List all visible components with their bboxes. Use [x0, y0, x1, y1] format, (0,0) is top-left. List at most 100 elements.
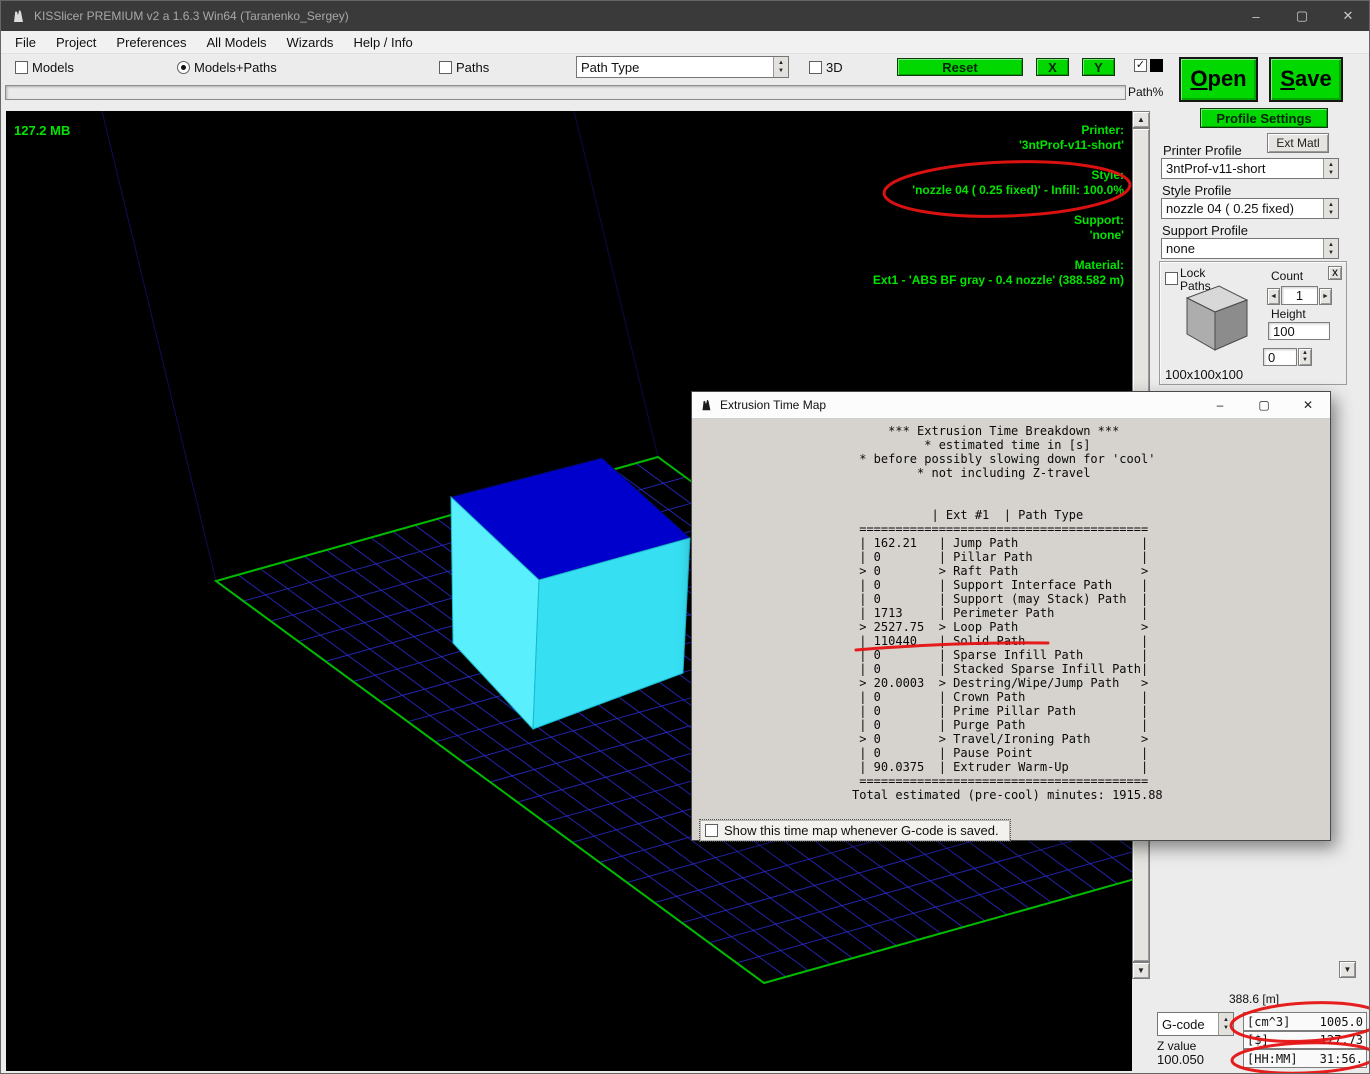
- z-offset-field[interactable]: 0: [1263, 348, 1297, 366]
- open-button[interactable]: Open: [1179, 57, 1258, 102]
- volume-readout: [cm^3] 1005.0: [1243, 1012, 1367, 1031]
- delete-model-button[interactable]: X: [1328, 266, 1342, 280]
- time-map-title: Extrusion Time Map: [720, 398, 826, 412]
- minimize-icon[interactable]: –: [1198, 392, 1242, 418]
- cost-unit: [$]: [1247, 1033, 1269, 1047]
- spin-up-icon: ▲: [1328, 242, 1334, 248]
- path-type-dropdown[interactable]: Path Type ▲ ▼: [576, 56, 789, 78]
- printer-profile-label: Printer Profile: [1163, 143, 1242, 158]
- support-value: 'none': [873, 228, 1124, 243]
- spin-up-icon: ▲: [1223, 1017, 1229, 1023]
- count-decrement-icon[interactable]: ◄: [1267, 288, 1280, 305]
- printer-profile-spinner[interactable]: ▲ ▼: [1323, 159, 1338, 178]
- models-label: Models: [32, 60, 74, 75]
- menu-preferences[interactable]: Preferences: [106, 33, 196, 52]
- reset-button[interactable]: Reset: [897, 58, 1023, 76]
- paths-checkbox[interactable]: [439, 61, 452, 74]
- spin-up-icon: ▲: [778, 60, 784, 66]
- slice-summary: Printer: '3ntProf-v11-short' Style: 'noz…: [873, 123, 1124, 288]
- support-label: Support:: [873, 213, 1124, 228]
- show-time-map-checkbox[interactable]: [705, 824, 718, 837]
- three-d-label: 3D: [826, 60, 843, 75]
- three-d-checkbox[interactable]: [809, 61, 822, 74]
- lock-label: Lock: [1180, 266, 1205, 280]
- spin-down-icon: ▼: [1223, 1025, 1229, 1031]
- panel-scroll-down-icon[interactable]: ▼: [1339, 961, 1356, 978]
- spin-down-icon: ▼: [1328, 250, 1334, 256]
- paths-label: Paths: [456, 60, 489, 75]
- model-cube-icon: [1171, 282, 1253, 359]
- gcode-dropdown[interactable]: G-code ▲ ▼: [1157, 1012, 1234, 1036]
- show-time-map-option[interactable]: Show this time map whenever G-code is sa…: [700, 820, 1010, 841]
- y-view-button[interactable]: Y: [1082, 58, 1115, 76]
- models-paths-radio[interactable]: [177, 61, 190, 74]
- title-bar: KISSlicer PREMIUM v2 a 1.6.3 Win64 (Tara…: [1, 1, 1370, 31]
- printer-label: Printer:: [873, 123, 1124, 138]
- style-profile-dropdown[interactable]: nozzle 04 ( 0.25 fixed) ▲ ▼: [1161, 198, 1339, 219]
- filament-length-readout: 388.6 [m]: [1229, 992, 1279, 1006]
- printer-profile-value: 3ntProf-v11-short: [1162, 160, 1323, 177]
- models-radio[interactable]: [15, 61, 28, 74]
- spin-down-icon: ▼: [1328, 170, 1334, 176]
- layer-slider[interactable]: [5, 85, 1126, 100]
- save-button[interactable]: Save: [1269, 57, 1343, 102]
- z-offset-spinner[interactable]: ▲ ▼: [1298, 348, 1312, 366]
- extrusion-time-map-window[interactable]: Extrusion Time Map – ▢ ✕ *** Extrusion T…: [691, 391, 1331, 841]
- spin-down-icon: ▼: [778, 68, 784, 74]
- time-map-title-bar[interactable]: Extrusion Time Map – ▢ ✕: [692, 392, 1330, 419]
- menu-wizards[interactable]: Wizards: [276, 33, 343, 52]
- count-increment-icon[interactable]: ►: [1319, 288, 1332, 305]
- height-label: Height: [1271, 307, 1306, 321]
- time-readout: [HH:MM] 31:56.: [1243, 1049, 1367, 1068]
- gcode-spinner[interactable]: ▲ ▼: [1218, 1013, 1233, 1035]
- path-pct-checkbox[interactable]: ✓: [1134, 59, 1147, 72]
- spin-up-icon: ▲: [1328, 202, 1334, 208]
- cost-readout: [$] 127.73: [1243, 1031, 1367, 1049]
- spin-up-icon: ▲: [1328, 162, 1334, 168]
- app-window: KISSlicer PREMIUM v2 a 1.6.3 Win64 (Tara…: [0, 0, 1370, 1074]
- profile-settings-button[interactable]: Profile Settings: [1200, 108, 1328, 128]
- scroll-up-icon[interactable]: ▲: [1132, 111, 1150, 128]
- scroll-down-icon[interactable]: ▼: [1132, 962, 1150, 979]
- window-controls: – ▢ ✕: [1233, 1, 1370, 31]
- spin-down-icon: ▼: [1328, 210, 1334, 216]
- volume-unit: [cm^3]: [1247, 1015, 1290, 1029]
- maximize-icon[interactable]: ▢: [1279, 1, 1325, 31]
- window-title: KISSlicer PREMIUM v2 a 1.6.3 Win64 (Tara…: [34, 9, 349, 23]
- style-profile-value: nozzle 04 ( 0.25 fixed): [1162, 200, 1323, 217]
- time-map-report: *** Extrusion Time Breakdown *** * estim…: [852, 424, 1163, 802]
- style-value: 'nozzle 04 ( 0.25 fixed)' - Infill: 100.…: [873, 183, 1124, 198]
- spin-down-icon: ▼: [1302, 357, 1308, 364]
- show-time-map-label: Show this time map whenever G-code is sa…: [724, 823, 999, 838]
- menu-all-models[interactable]: All Models: [197, 33, 277, 52]
- maximize-icon[interactable]: ▢: [1242, 392, 1286, 418]
- close-icon[interactable]: ✕: [1325, 1, 1370, 31]
- menu-bar: File Project Preferences All Models Wiza…: [1, 31, 1370, 54]
- z-value-label: Z value: [1157, 1039, 1196, 1053]
- support-profile-dropdown[interactable]: none ▲ ▼: [1161, 238, 1339, 259]
- printer-value: '3ntProf-v11-short': [873, 138, 1124, 153]
- count-field[interactable]: 1: [1281, 286, 1318, 305]
- time-map-icon: [699, 398, 713, 412]
- support-profile-value: none: [1162, 240, 1323, 257]
- time-value: 31:56.: [1320, 1052, 1363, 1066]
- minimize-icon[interactable]: –: [1233, 1, 1279, 31]
- x-view-button[interactable]: X: [1036, 58, 1069, 76]
- material-label: Material:: [873, 258, 1124, 273]
- material-value: Ext1 - 'ABS BF gray - 0.4 nozzle' (388.5…: [873, 273, 1124, 288]
- menu-project[interactable]: Project: [46, 33, 106, 52]
- support-profile-spinner[interactable]: ▲ ▼: [1323, 239, 1338, 258]
- support-profile-label: Support Profile: [1162, 223, 1248, 238]
- path-type-value: Path Type: [577, 59, 773, 76]
- path-type-spinner[interactable]: ▲ ▼: [773, 57, 788, 77]
- menu-help-info[interactable]: Help / Info: [343, 33, 422, 52]
- ext-matl-button[interactable]: Ext Matl: [1267, 133, 1329, 153]
- printer-profile-dropdown[interactable]: 3ntProf-v11-short ▲ ▼: [1161, 158, 1339, 179]
- menu-file[interactable]: File: [5, 33, 46, 52]
- style-profile-spinner[interactable]: ▲ ▼: [1323, 199, 1338, 218]
- height-field[interactable]: 100: [1268, 322, 1330, 340]
- count-label: Count: [1271, 269, 1303, 283]
- path-pct-label: Path%: [1128, 85, 1163, 99]
- close-icon[interactable]: ✕: [1286, 392, 1330, 418]
- style-label: Style:: [873, 168, 1124, 183]
